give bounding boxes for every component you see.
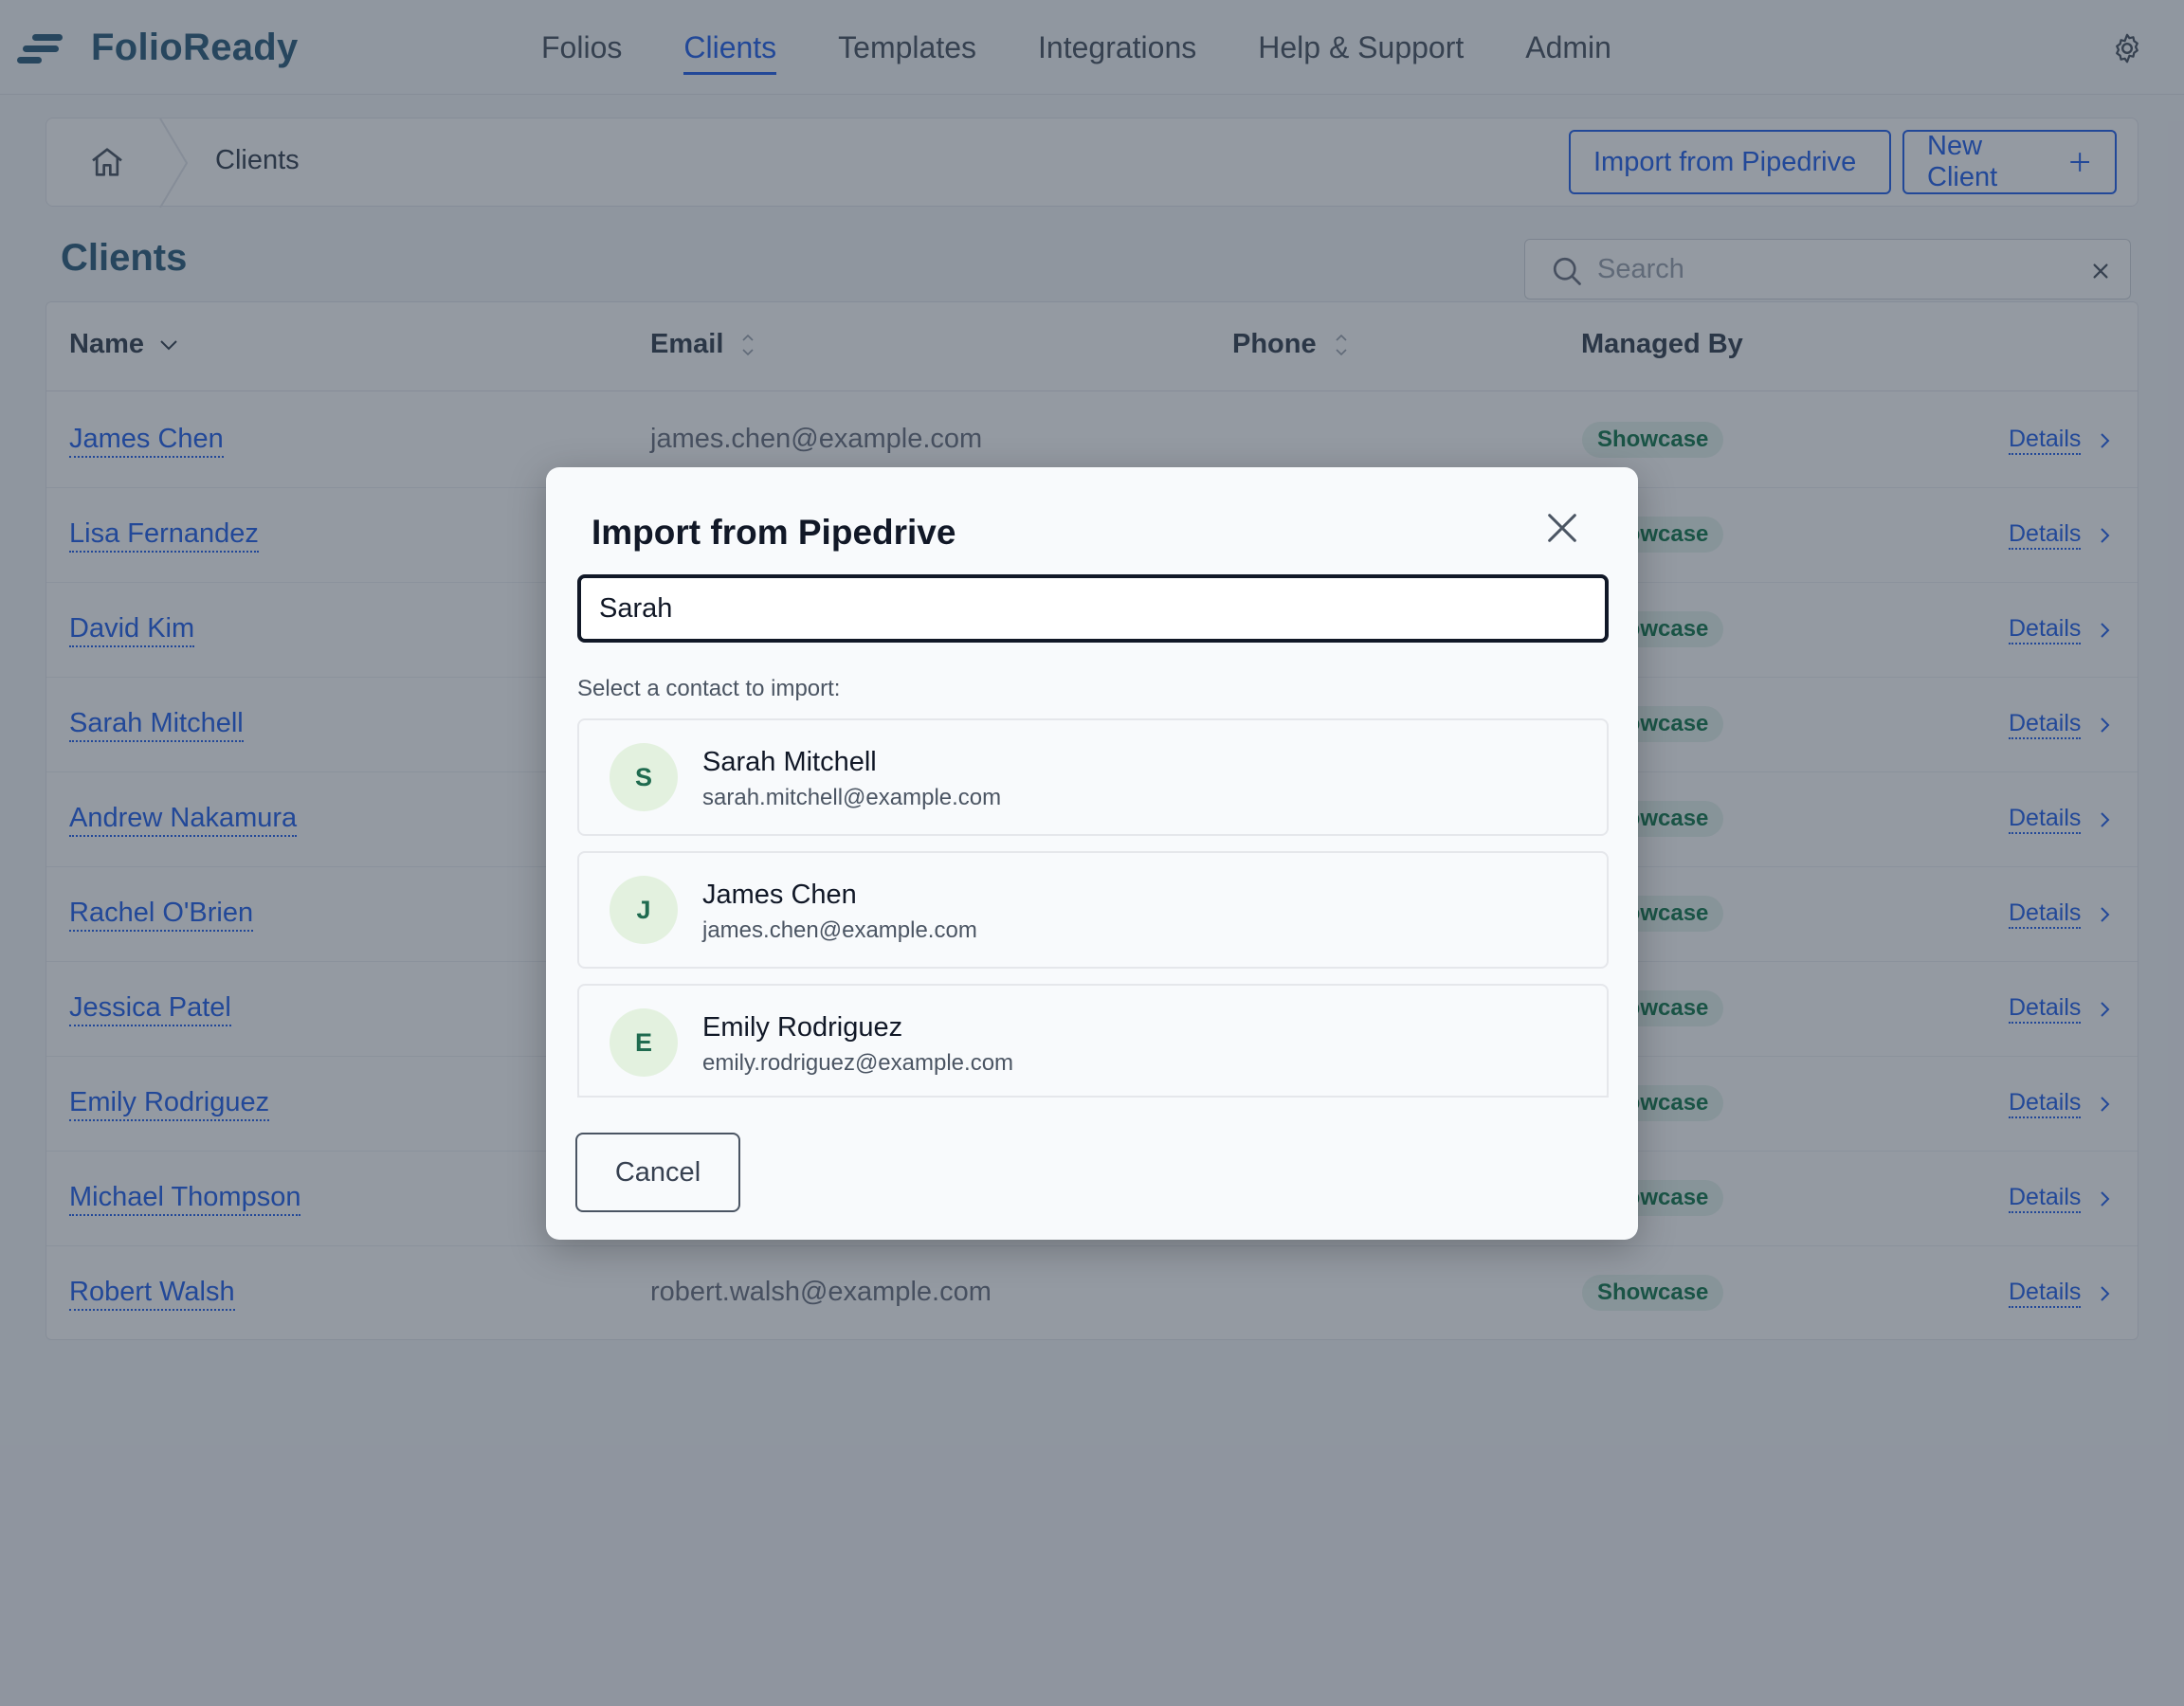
cancel-button[interactable]: Cancel [575,1133,740,1212]
avatar: E [610,1008,678,1077]
cancel-label: Cancel [614,1156,701,1188]
close-icon[interactable] [1543,509,1581,547]
avatar: J [610,876,678,944]
contact-email: emily.rodriguez@example.com [702,1050,1014,1076]
avatar: S [610,743,678,811]
contact-search-input[interactable] [577,574,1609,643]
contact-option[interactable]: E Emily Rodriguez emily.rodriguez@exampl… [577,984,1609,1096]
contact-list: S Sarah Mitchell sarah.mitchell@example.… [577,718,1609,1098]
modal-title: Import from Pipedrive [592,513,956,552]
contact-name: Emily Rodriguez [702,1012,903,1043]
import-pipedrive-modal: Import from Pipedrive Select a contact t… [546,467,1638,1240]
contact-select-prompt: Select a contact to import: [577,676,841,701]
contact-name: James Chen [702,880,857,910]
contact-email: sarah.mitchell@example.com [702,785,1002,810]
contact-name: Sarah Mitchell [702,747,877,777]
app-root: FolioReady Folios Clients Templates Inte… [0,0,2184,1706]
contact-option[interactable]: J James Chen james.chen@example.com [577,851,1609,969]
contact-option[interactable]: S Sarah Mitchell sarah.mitchell@example.… [577,718,1609,836]
contact-email: james.chen@example.com [702,917,977,943]
